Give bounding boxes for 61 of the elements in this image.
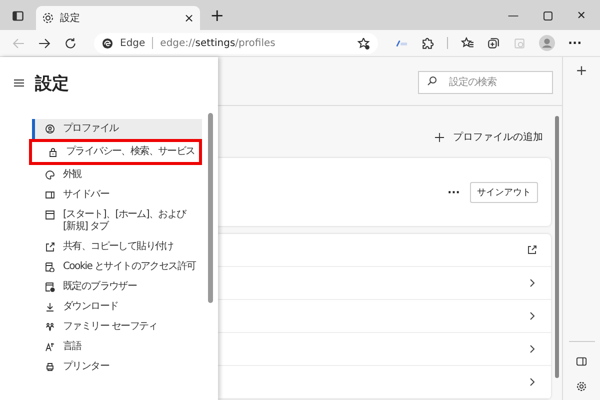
refresh-icon[interactable] xyxy=(64,36,77,50)
chevron-right-icon xyxy=(527,278,537,288)
tab-actions-icon[interactable] xyxy=(12,10,24,22)
lock-icon xyxy=(48,147,58,157)
collections-icon[interactable] xyxy=(487,36,500,50)
sidebar-icon[interactable] xyxy=(576,356,587,367)
browser-tab[interactable]: 設定 × xyxy=(36,6,200,30)
menu-item[interactable]: プロファイル xyxy=(32,119,202,139)
menu-item[interactable]: Cookie とサイトのアクセス許可 xyxy=(32,257,202,277)
menu-item[interactable]: ダウンロード xyxy=(32,297,202,317)
download-icon xyxy=(45,302,55,312)
profile-icon xyxy=(45,124,55,134)
menu-item[interactable]: プリンター xyxy=(32,357,202,377)
palette-icon xyxy=(45,170,55,180)
family-icon xyxy=(45,322,55,332)
settings-title: 設定 xyxy=(35,72,69,94)
url-text: edge://settings/profiles xyxy=(160,38,276,48)
site-label: Edge xyxy=(120,38,146,48)
avatar-icon[interactable] xyxy=(539,35,555,51)
home-page-icon xyxy=(45,210,55,220)
menu-item[interactable]: 既定のブラウザー xyxy=(32,277,202,297)
menu-item[interactable]: サイドバー xyxy=(32,185,202,205)
new-tab-button[interactable]: + xyxy=(210,6,224,26)
open-external-icon xyxy=(527,245,537,255)
language-icon xyxy=(45,342,55,352)
menu-icon[interactable] xyxy=(14,79,24,87)
chevron-right-icon xyxy=(527,344,537,354)
menu-item[interactable]: 外観 xyxy=(32,165,202,185)
settings-icon[interactable] xyxy=(576,381,587,392)
close-tab-button[interactable]: × xyxy=(184,11,194,25)
menu-item[interactable]: ファミリー セーフティ xyxy=(32,317,202,337)
forward-icon[interactable] xyxy=(38,36,51,50)
minimize-button[interactable]: — xyxy=(508,10,519,22)
address-bar[interactable]: Edge edge://settings/profiles xyxy=(94,32,378,54)
chevron-right-icon xyxy=(527,311,537,321)
menu-item[interactable]: プライバシー、検索、サービス xyxy=(26,139,202,165)
search-field[interactable]: 設定の検索 xyxy=(418,70,553,94)
add-profile-button[interactable]: プロファイルの追加 xyxy=(435,130,543,144)
printer-icon xyxy=(45,362,55,372)
more-options-button[interactable]: ··· xyxy=(447,186,460,198)
maximize-icon[interactable] xyxy=(542,11,553,21)
browser-check-icon xyxy=(45,282,55,292)
gear-icon xyxy=(42,12,54,24)
share-icon xyxy=(45,242,55,252)
menu-item[interactable]: 言語 xyxy=(32,337,202,357)
sidebar-icon xyxy=(45,190,55,200)
search-icon xyxy=(427,76,437,86)
cookie-settings-icon xyxy=(45,262,55,272)
edge-logo-icon xyxy=(102,38,113,48)
favorites-icon[interactable] xyxy=(461,36,474,50)
chevron-right-icon xyxy=(527,377,537,387)
menu-item[interactable]: [スタート]、[ホーム]、および [新規] タブ xyxy=(32,205,202,237)
more-button[interactable]: ··· xyxy=(568,36,582,50)
close-window-button[interactable]: ✕ xyxy=(576,10,586,22)
puzzle-icon[interactable] xyxy=(421,36,434,50)
sign-out-button[interactable]: サインアウト xyxy=(470,182,538,202)
add-favorite-icon[interactable] xyxy=(357,36,370,50)
add-sidebar-button[interactable]: + xyxy=(576,63,588,79)
plus-icon xyxy=(435,132,444,142)
menu-item[interactable]: 共有、コピーして貼り付け xyxy=(32,237,202,257)
tab-title: 設定 xyxy=(60,12,81,25)
